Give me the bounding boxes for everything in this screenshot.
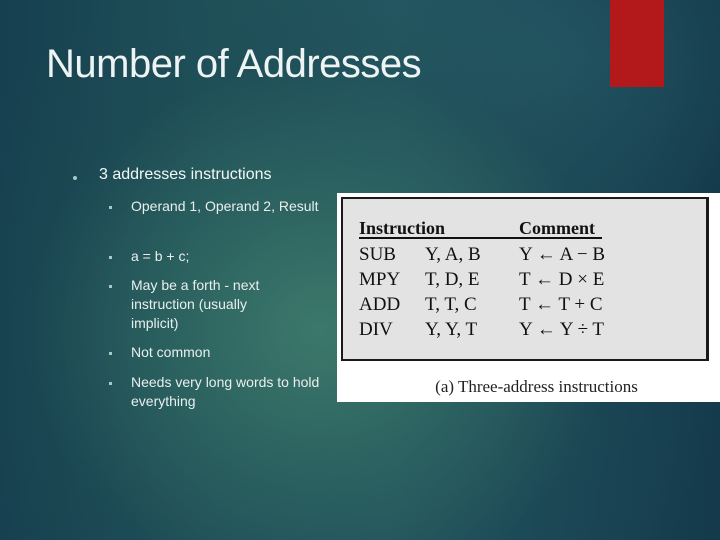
comment: T ← D × E [519, 269, 605, 290]
sub-bullet-item: Not common [131, 344, 211, 360]
table-row: SUB Y, A, B Y ← A − B [343, 244, 706, 269]
operands: T, T, C [425, 294, 477, 315]
bullet-item: 3 addresses instructions [99, 166, 272, 183]
sub-bullet-square-icon [109, 382, 112, 385]
figure-caption: (a) Three-address instructions [435, 377, 638, 396]
comment: Y ← A − B [519, 244, 606, 265]
header-rule [359, 237, 602, 239]
operands: Y, A, B [425, 244, 481, 265]
table-row: MPY T, D, E T ← D × E [343, 269, 706, 294]
sub-bullet-square-icon [109, 206, 112, 209]
opcode: DIV [359, 319, 393, 340]
sub-bullet-square-icon [109, 285, 112, 288]
sub-bullet-item: May be a forth - next instruction (usual… [131, 277, 260, 331]
operands: Y, Y, T [425, 319, 478, 340]
sub-bullet-item: a = b + c; [131, 248, 190, 264]
instruction-table-figure: Instruction Comment SUB Y, A, B Y ← A − … [337, 193, 720, 402]
accent-bar [610, 0, 664, 87]
comment: T ← T + C [519, 294, 603, 315]
comment: Y ← Y ÷ T [519, 319, 605, 340]
opcode: SUB [359, 244, 396, 265]
bullet-dot-icon [73, 176, 77, 180]
header-instruction: Instruction [359, 218, 446, 238]
slide-title: Number of Addresses [46, 42, 422, 86]
instruction-table: Instruction Comment SUB Y, A, B Y ← A − … [341, 197, 709, 361]
header-comment: Comment [519, 218, 595, 238]
slide: Number of Addresses 3 addresses instruct… [0, 0, 720, 540]
table-row: DIV Y, Y, T Y ← Y ÷ T [343, 319, 706, 344]
opcode: MPY [359, 269, 401, 290]
operands: T, D, E [425, 269, 480, 290]
sub-bullet-square-icon [109, 352, 112, 355]
table-row: ADD T, T, C T ← T + C [343, 294, 706, 319]
sub-bullet-square-icon [109, 256, 112, 259]
sub-bullet-item: Needs very long words to hold everything [131, 374, 320, 409]
opcode: ADD [359, 294, 401, 315]
sub-bullet-item: Operand 1, Operand 2, Result [131, 198, 319, 214]
